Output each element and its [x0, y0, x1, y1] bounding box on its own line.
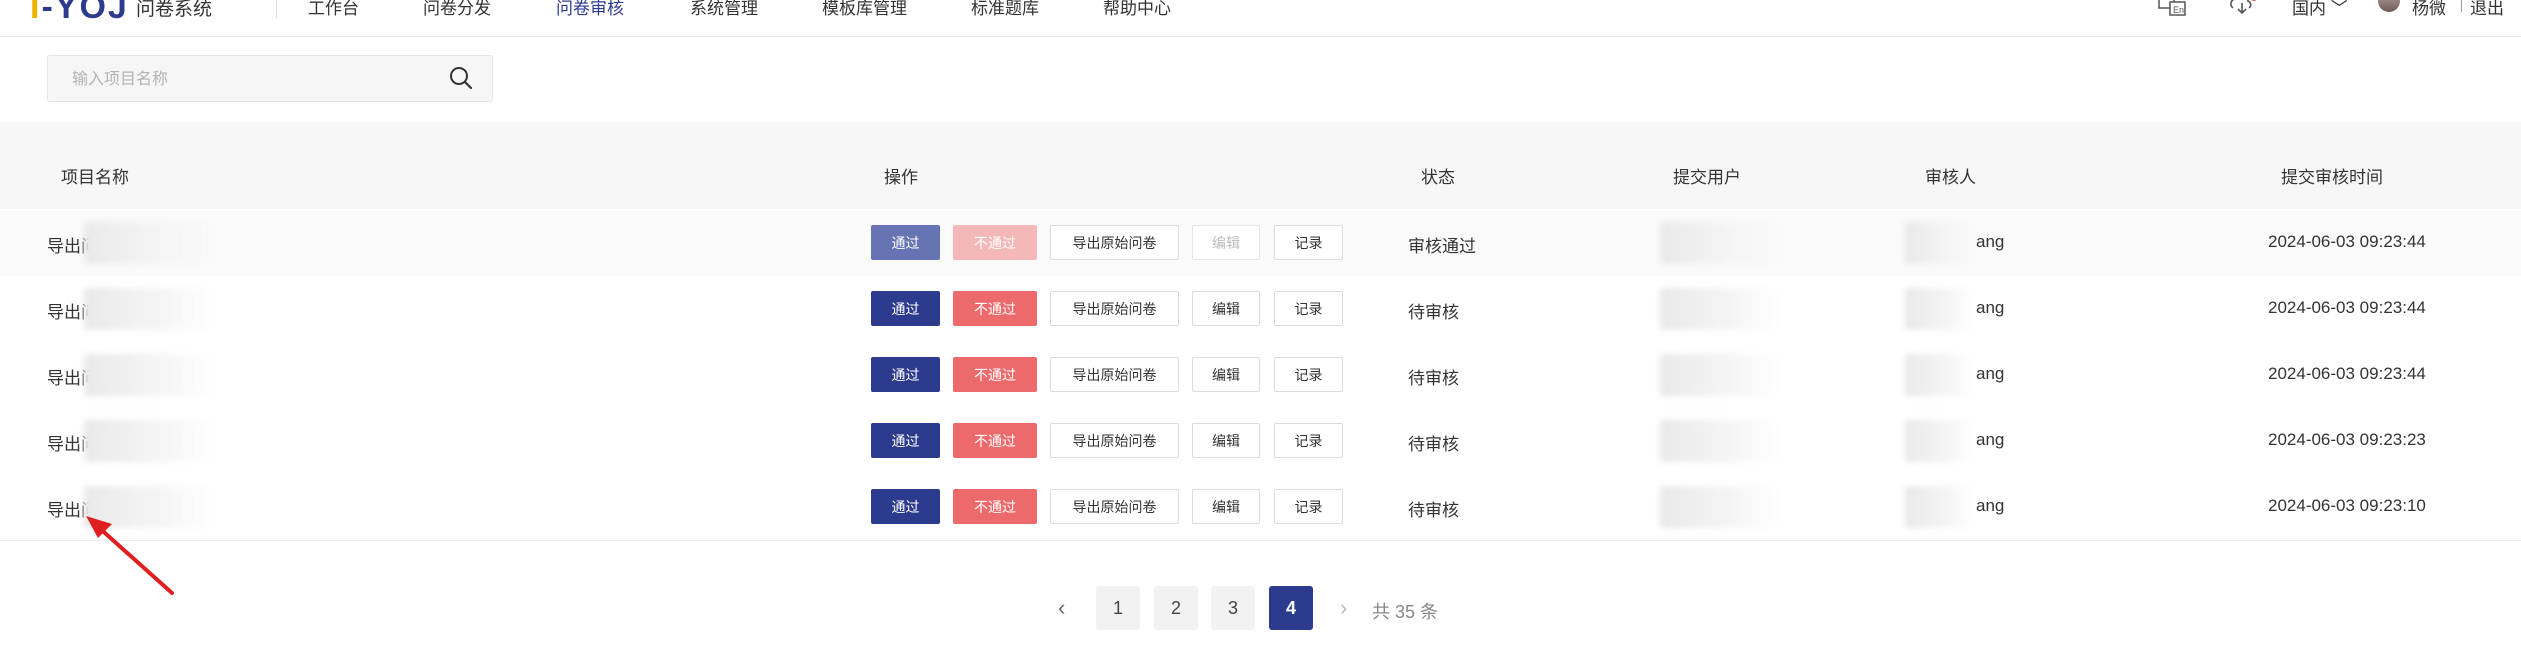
- status-text: 待审核: [1408, 435, 1459, 454]
- redacted-reviewer: [1905, 288, 1975, 330]
- redacted-reviewer: [1905, 222, 1975, 264]
- search-input[interactable]: [48, 56, 454, 103]
- redacted-project-name: [84, 222, 214, 264]
- table-row: 导出问 通过 不通过 导出原始问卷 编辑 记录 待审核 ang 2024-06-…: [0, 408, 2521, 475]
- column-header-submitter: 提交用户: [1673, 168, 1741, 187]
- redacted-submitter: [1660, 222, 1780, 264]
- status-text: 待审核: [1408, 303, 1459, 322]
- column-header-project-name: 项目名称: [61, 168, 129, 187]
- edit-button[interactable]: 编辑: [1192, 225, 1260, 260]
- search-box: [47, 55, 493, 103]
- top-navigation-bar: I-YOJ 问卷系统 工作台 问卷分发 问卷审核 系统管理 模板库管理 标准题库…: [0, 0, 2521, 37]
- table-row: 导出问 通过 不通过 导出原始问卷 编辑 记录 待审核 ang 2024-06-…: [0, 474, 2521, 541]
- cloud-download-icon[interactable]: [2228, 0, 2258, 21]
- status-text: 待审核: [1408, 369, 1459, 388]
- redacted-reviewer: [1905, 486, 1975, 528]
- submit-time-cell: 2024-06-03 09:23:44: [2268, 364, 2426, 383]
- username: 杨微: [2412, 0, 2446, 18]
- region-selector[interactable]: 国内 ﹀: [2292, 0, 2348, 19]
- approve-button[interactable]: 通过: [871, 423, 940, 458]
- region-label: 国内: [2292, 0, 2326, 18]
- svg-text:En: En: [2173, 5, 2184, 15]
- nav-item-system[interactable]: 系统管理: [690, 0, 758, 19]
- submit-time-cell: 2024-06-03 09:23:10: [2268, 496, 2426, 515]
- nav-item-question-bank[interactable]: 标准题库: [971, 0, 1039, 19]
- log-button[interactable]: 记录: [1274, 225, 1343, 260]
- page-button-1[interactable]: 1: [1096, 586, 1140, 630]
- approve-button[interactable]: 通过: [871, 489, 940, 524]
- log-button[interactable]: 记录: [1274, 423, 1343, 458]
- nav-item-review[interactable]: 问卷审核: [556, 0, 624, 19]
- export-original-questionnaire-button[interactable]: 导出原始问卷: [1050, 291, 1179, 326]
- redacted-reviewer: [1905, 354, 1975, 396]
- logout-link[interactable]: 退出: [2470, 0, 2504, 19]
- export-original-questionnaire-button[interactable]: 导出原始问卷: [1050, 423, 1179, 458]
- log-button[interactable]: 记录: [1274, 291, 1343, 326]
- export-original-questionnaire-button[interactable]: 导出原始问卷: [1050, 225, 1179, 260]
- log-button[interactable]: 记录: [1274, 489, 1343, 524]
- reject-button[interactable]: 不通过: [953, 357, 1037, 392]
- table-row: 导出问 通过 不通过 导出原始问卷 编辑 记录 待审核 ang 2024-06-…: [0, 342, 2521, 409]
- edit-button[interactable]: 编辑: [1192, 489, 1260, 524]
- nav-item-templates[interactable]: 模板库管理: [822, 0, 907, 19]
- redacted-submitter: [1660, 288, 1780, 330]
- column-header-reviewer: 审核人: [1925, 168, 1976, 187]
- reject-button[interactable]: 不通过: [953, 423, 1037, 458]
- approve-button[interactable]: 通过: [871, 225, 940, 260]
- edit-button[interactable]: 编辑: [1192, 357, 1260, 392]
- page-button-4[interactable]: 4: [1269, 586, 1313, 630]
- approve-button[interactable]: 通过: [871, 357, 940, 392]
- app-logo[interactable]: I-YOJ: [30, 0, 129, 27]
- nav-item-help[interactable]: 帮助中心: [1103, 0, 1171, 19]
- redacted-reviewer: [1905, 420, 1975, 462]
- header-separator: [2461, 0, 2462, 12]
- edit-button[interactable]: 编辑: [1192, 423, 1260, 458]
- nav-divider: [276, 0, 277, 18]
- table-row: 导出问 通过 不通过 导出原始问卷 编辑 记录 审核通过 ang 2024-06…: [0, 210, 2521, 277]
- table-header: [0, 122, 2521, 209]
- export-original-questionnaire-button[interactable]: 导出原始问卷: [1050, 357, 1179, 392]
- status-text: 待审核: [1408, 501, 1459, 520]
- column-header-actions: 操作: [884, 168, 918, 187]
- search-icon[interactable]: [448, 65, 474, 96]
- nav-item-distribution[interactable]: 问卷分发: [423, 0, 491, 19]
- table-row: 导出问 通过 不通过 导出原始问卷 编辑 记录 待审核 ang 2024-06-…: [0, 276, 2521, 343]
- redacted-submitter: [1660, 486, 1780, 528]
- redacted-submitter: [1660, 354, 1780, 396]
- translate-icon[interactable]: En: [2158, 0, 2188, 21]
- approve-button[interactable]: 通过: [871, 291, 940, 326]
- reviewer-cell: ang: [1976, 298, 2005, 317]
- redacted-submitter: [1660, 420, 1780, 462]
- page-button-3[interactable]: 3: [1211, 586, 1255, 630]
- reviewer-cell: ang: [1976, 364, 2005, 383]
- app-name: 问卷系统: [136, 0, 213, 20]
- export-original-questionnaire-button[interactable]: 导出原始问卷: [1050, 489, 1179, 524]
- submit-time-cell: 2024-06-03 09:23:44: [2268, 232, 2426, 251]
- column-header-status: 状态: [1421, 168, 1455, 187]
- redacted-project-name: [84, 354, 214, 396]
- reviewer-cell: ang: [1976, 430, 2005, 449]
- column-header-submit-time: 提交审核时间: [2281, 168, 2383, 187]
- redacted-project-name: [84, 420, 214, 462]
- submit-time-cell: 2024-06-03 09:23:23: [2268, 430, 2426, 449]
- prev-page-arrow-icon[interactable]: ‹: [1058, 595, 1065, 621]
- reject-button[interactable]: 不通过: [953, 489, 1037, 524]
- user-avatar[interactable]: [2378, 0, 2400, 12]
- reviewer-cell: ang: [1976, 232, 2005, 251]
- reviewer-cell: ang: [1976, 496, 2005, 515]
- submit-time-cell: 2024-06-03 09:23:44: [2268, 298, 2426, 317]
- total-count: 共 35 条: [1372, 602, 1439, 622]
- log-button[interactable]: 记录: [1274, 357, 1343, 392]
- redacted-project-name: [84, 288, 214, 330]
- page-button-2[interactable]: 2: [1154, 586, 1198, 630]
- status-text: 审核通过: [1408, 237, 1476, 256]
- reject-button[interactable]: 不通过: [953, 225, 1037, 260]
- edit-button[interactable]: 编辑: [1192, 291, 1260, 326]
- reject-button[interactable]: 不通过: [953, 291, 1037, 326]
- next-page-arrow-icon[interactable]: ›: [1340, 595, 1347, 621]
- chevron-down-icon: ﹀: [2330, 0, 2348, 18]
- nav-item-workbench[interactable]: 工作台: [308, 0, 359, 19]
- redacted-project-name: [84, 486, 214, 528]
